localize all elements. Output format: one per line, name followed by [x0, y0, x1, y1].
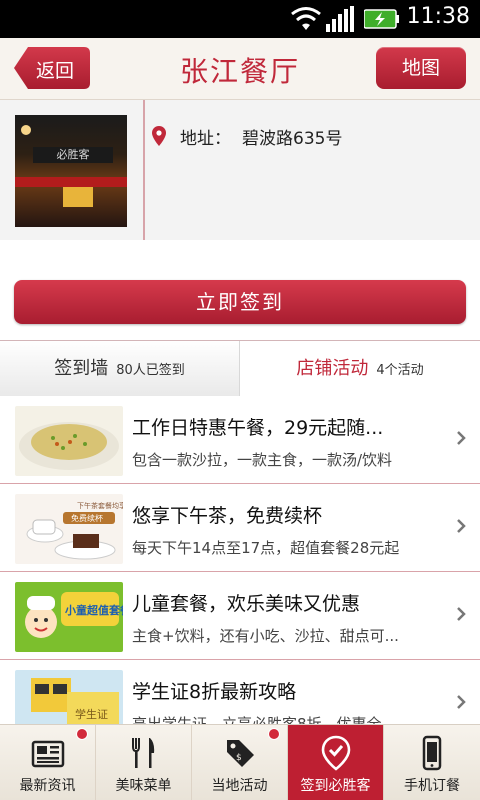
photo-storefront-sign: 必胜客	[33, 147, 113, 163]
status-bar: 11:38	[0, 0, 480, 38]
store-info: 必胜客 地址： 碧波路635号	[0, 100, 480, 240]
address-value: 碧波路635号	[242, 129, 343, 149]
afternoon-tea-thumbnail: 下午茶套餐均享有饮料 免费续杯	[15, 494, 123, 564]
photo-awning	[15, 177, 127, 187]
price-tag-icon: $	[227, 740, 254, 767]
nav-local-events[interactable]: $ 当地活动	[192, 725, 288, 800]
kids-meal-thumbnail: 小童超值套餐	[15, 582, 123, 652]
tab-label: 店铺活动	[296, 358, 369, 379]
activity-title: 悠享下午茶，免费续杯	[132, 505, 323, 527]
activity-list: 工作日特惠午餐，29元起随... 包含一款沙拉，一款主食，一款汤/饮料 下午茶套…	[0, 396, 480, 724]
list-item[interactable]: 学生证 学生证8折最新攻略 亮出学生证，立享必胜客8折，优惠全...	[0, 660, 480, 724]
checkin-button[interactable]: 立即签到	[14, 280, 466, 324]
location-check-icon	[321, 735, 351, 771]
chevron-right-icon	[457, 695, 466, 709]
header: 返回 张江餐厅 地图	[0, 38, 480, 100]
nav-label: 最新资讯	[19, 778, 76, 794]
mobile-phone-icon	[422, 735, 442, 771]
nav-label: 美味菜单	[115, 778, 172, 794]
nav-checkin[interactable]: 签到必胜客	[288, 725, 384, 800]
notification-dot	[77, 729, 87, 739]
nav-label: 签到必胜客	[300, 778, 371, 794]
fried-rice-thumbnail	[15, 406, 123, 476]
activity-title: 工作日特惠午餐，29元起随...	[132, 417, 384, 439]
store-photo-frame: 必胜客	[0, 100, 145, 240]
location-pin-icon	[152, 126, 166, 146]
tab-checkin-wall[interactable]: 签到墙 80人已签到	[0, 341, 240, 396]
bottom-nav: 最新资讯 美味菜单 $ 当地活动 签到必胜客 手机订餐	[0, 724, 480, 800]
nav-label: 当地活动	[211, 778, 268, 794]
list-item[interactable]: 小童超值套餐 儿童套餐，欢乐美味又优惠 主食+饮料，还有小吃、沙拉、甜点可...	[0, 572, 480, 660]
activity-title: 学生证8折最新攻略	[132, 681, 297, 703]
tab-count: 80人已签到	[116, 363, 185, 378]
list-item[interactable]: 下午茶套餐均享有饮料 免费续杯 悠享下午茶，免费续杯 每天下午14点至17点，超…	[0, 484, 480, 572]
nav-mobile-order[interactable]: 手机订餐	[384, 725, 480, 800]
wifi-icon	[291, 7, 321, 30]
photo-lamp	[21, 125, 31, 135]
activity-desc: 包含一款沙拉，一款主食，一款汤/饮料	[132, 451, 393, 469]
activity-desc: 主食+饮料，还有小吃、沙拉、甜点可...	[132, 627, 399, 645]
activity-desc: 每天下午14点至17点，超值套餐28元起	[132, 539, 400, 557]
nav-menu[interactable]: 美味菜单	[96, 725, 192, 800]
thumb-caption: 学生证	[75, 707, 108, 721]
list-item[interactable]: 工作日特惠午餐，29元起随... 包含一款沙拉，一款主食，一款汤/饮料	[0, 396, 480, 484]
chevron-right-icon	[457, 431, 466, 445]
thumb-caption: 小童超值套餐	[64, 603, 123, 617]
map-button[interactable]: 地图	[376, 47, 466, 89]
nav-latest-news[interactable]: 最新资讯	[0, 725, 96, 800]
newspaper-icon	[31, 740, 65, 768]
thumb-caption: 下午茶套餐均享有饮料	[77, 501, 123, 510]
nav-label: 手机订餐	[404, 778, 460, 794]
chevron-right-icon	[457, 519, 466, 533]
thumb-badge: 免费续杯	[71, 513, 103, 523]
activity-desc: 亮出学生证，立享必胜客8折，优惠全...	[132, 715, 396, 724]
status-time: 11:38	[406, 4, 470, 29]
signal-icon	[326, 6, 354, 32]
student-card-thumbnail: 学生证	[15, 670, 123, 724]
photo-window	[63, 187, 93, 207]
notification-dot	[269, 729, 279, 739]
store-photo[interactable]: 必胜客	[15, 115, 127, 227]
chevron-right-icon	[457, 607, 466, 621]
tab-bar-segment: 签到墙 80人已签到 店铺活动 4个活动	[0, 340, 480, 396]
tab-store-activities[interactable]: 店铺活动 4个活动	[240, 341, 480, 396]
tab-label: 签到墙	[54, 358, 109, 379]
address-label: 地址：	[180, 129, 231, 149]
svg-text:$: $	[236, 753, 242, 763]
fork-knife-icon	[132, 738, 155, 768]
tab-count: 4个活动	[376, 363, 424, 378]
battery-charging-icon	[364, 9, 399, 29]
activity-title: 儿童套餐，欢乐美味又优惠	[132, 593, 361, 615]
